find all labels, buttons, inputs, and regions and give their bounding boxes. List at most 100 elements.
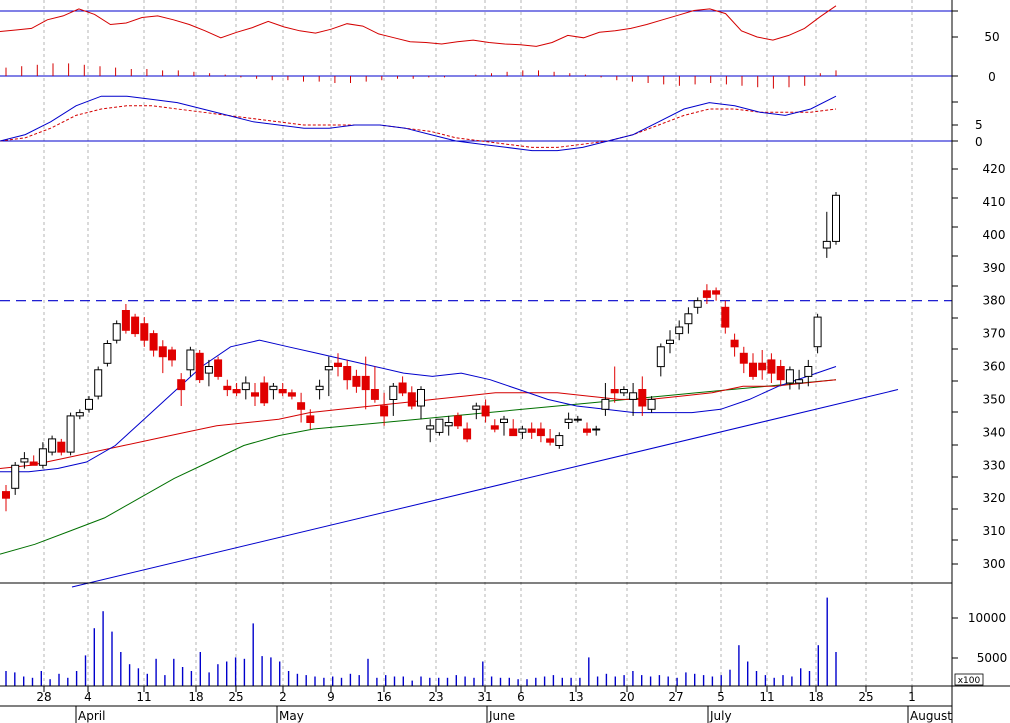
candle-body (527, 428, 536, 433)
x-tick-label: 20 (619, 690, 634, 704)
macd-tick-label: 0 (975, 135, 983, 149)
candle-body (11, 464, 20, 489)
month-label: June (488, 709, 515, 723)
price-tick-label: 340 (983, 425, 1006, 439)
candle-body (693, 300, 702, 308)
candle-body (592, 428, 601, 431)
x-tick-label: 25 (858, 690, 873, 704)
candle-body (730, 339, 739, 348)
candle-body (287, 392, 296, 397)
x-tick-label: 6 (517, 690, 525, 704)
candle-body (629, 392, 638, 400)
candle-body (158, 346, 167, 358)
price-tick-label: 310 (983, 524, 1006, 538)
price-tick-label: 420 (983, 162, 1006, 176)
candle-body (619, 389, 628, 394)
x-tick-label: 4 (84, 690, 92, 704)
candle-body (675, 326, 684, 335)
candle-body (75, 412, 84, 417)
candle-body (177, 379, 186, 391)
month-label: August (910, 709, 952, 723)
candle-body (656, 346, 665, 368)
candle-body (140, 323, 149, 341)
x-tick-label: 11 (136, 690, 151, 704)
price-tick-label: 300 (983, 557, 1006, 571)
candle-body (702, 290, 711, 298)
candle-body (822, 240, 831, 249)
candle-body (278, 389, 287, 394)
candle-body (29, 461, 38, 466)
candle-body (315, 385, 324, 391)
x-tick-label: 11 (759, 690, 774, 704)
volume-tick-label: 5000 (977, 651, 1008, 665)
price-tick-label: 330 (983, 458, 1006, 472)
candle-body (721, 306, 730, 328)
candle-body (57, 441, 66, 453)
candle-body (776, 366, 785, 381)
candle-body (398, 382, 407, 394)
candle-body (546, 438, 555, 443)
candle-body (490, 425, 499, 430)
price-tick-label: 320 (983, 491, 1006, 505)
candle-body (767, 359, 776, 374)
stock-chart: 500 50 300310320330340350360370380390400… (0, 0, 1010, 723)
x-tick-label: 5 (717, 690, 725, 704)
price-tick-label: 400 (983, 228, 1006, 242)
candle-body (204, 366, 213, 374)
candle-body (666, 339, 674, 345)
candle-body (407, 392, 416, 407)
x-tick-label: 16 (376, 690, 391, 704)
candle-body (66, 415, 75, 453)
price-tick-label: 380 (983, 294, 1006, 308)
candle-body (352, 375, 361, 387)
candle-body (647, 398, 656, 410)
candle-body (306, 415, 315, 423)
rsi-tick-label: 0 (988, 70, 996, 84)
x-tick-label: 28 (36, 690, 51, 704)
candle-body (168, 349, 176, 361)
x-tick-label: 2 (279, 690, 287, 704)
candle-body (121, 310, 130, 331)
candle-body (573, 418, 582, 421)
candle-body (813, 316, 822, 348)
x-tick-label: 18 (188, 690, 203, 704)
candle-body (324, 366, 333, 371)
candle-body (38, 448, 47, 466)
candle-body (149, 333, 158, 351)
candle-body (389, 385, 398, 400)
candle-body (214, 359, 223, 377)
candle-body (85, 398, 93, 410)
month-label: May (279, 709, 304, 723)
candle-body (2, 491, 10, 499)
candle-body (785, 369, 794, 384)
macd-tick-label: 5 (975, 118, 983, 132)
price-tick-label: 370 (983, 327, 1006, 341)
candle-body (103, 343, 112, 364)
candle-body (453, 415, 462, 427)
month-label: April (78, 709, 105, 723)
candle-body (380, 405, 389, 417)
candle-body (583, 428, 591, 433)
candle-body (131, 316, 140, 335)
candle-body (297, 402, 306, 410)
x-tick-label: 1 (908, 690, 916, 704)
candle-body (536, 428, 545, 437)
candle-body (832, 194, 840, 242)
candle-body (112, 323, 121, 341)
candle-body (758, 362, 767, 371)
price-tick-label: 410 (983, 195, 1006, 209)
candle-body (500, 418, 508, 424)
candle-body (370, 389, 379, 400)
price-tick-label: 390 (983, 261, 1006, 275)
candle-body (426, 425, 435, 430)
candle-body (509, 428, 518, 437)
candle-body (564, 418, 573, 424)
candle-body (555, 435, 564, 447)
candle-body (601, 398, 610, 410)
candle-body (638, 389, 647, 407)
candle-body (223, 385, 232, 391)
candle-body (472, 405, 481, 410)
candle-body (269, 385, 278, 391)
x-tick-label: 13 (568, 690, 583, 704)
candle-body (94, 369, 103, 397)
